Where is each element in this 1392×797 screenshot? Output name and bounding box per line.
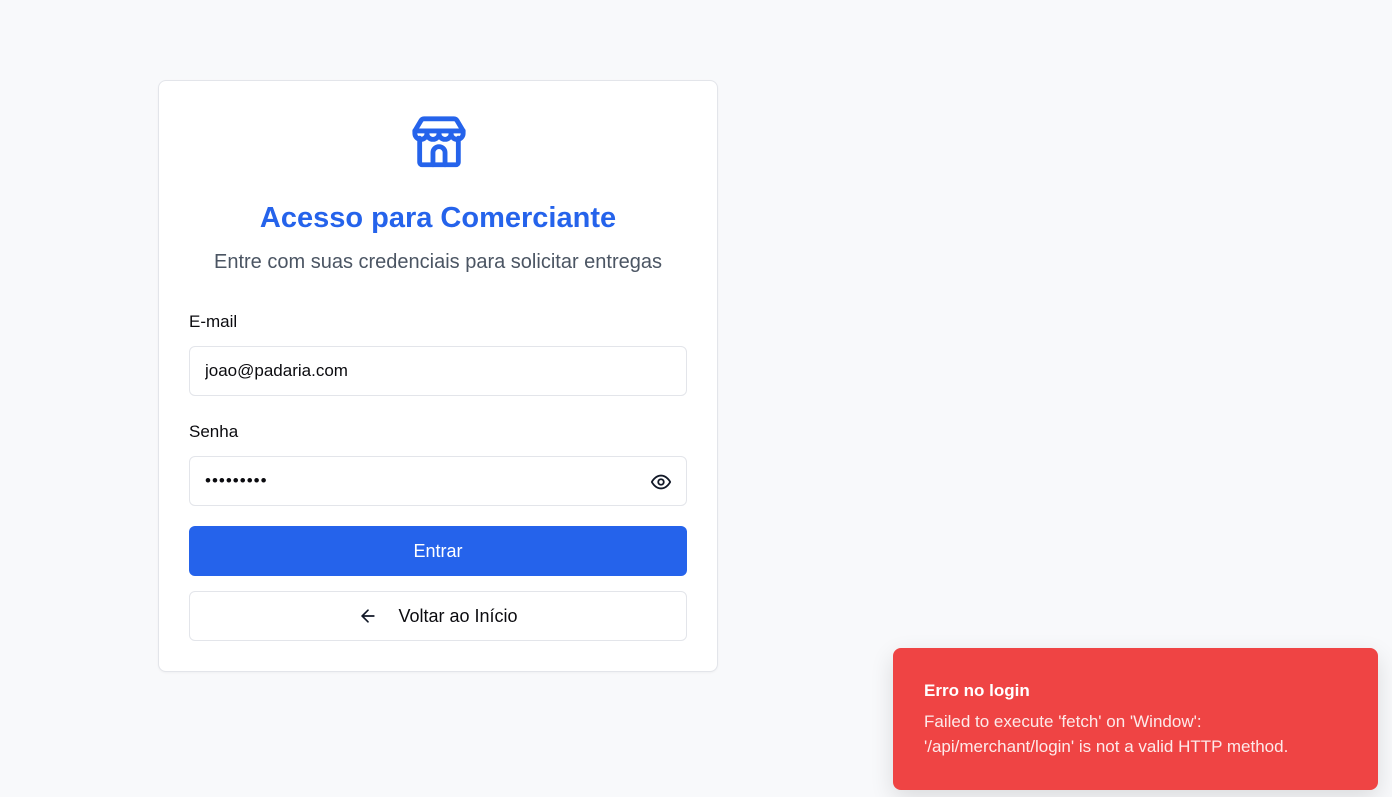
back-home-button[interactable]: Voltar ao Início: [189, 591, 687, 641]
page-title: Acesso para Comerciante: [259, 202, 617, 234]
toast-title: Erro no login: [924, 681, 1030, 700]
toast-message: Failed to execute 'fetch' on 'Window': '…: [924, 712, 1289, 756]
page-subtitle: Entre com suas credenciais para solicita…: [214, 251, 662, 273]
email-label: E-mail: [189, 312, 238, 331]
password-label: Senha: [189, 422, 239, 441]
arrow-left-icon: [361, 609, 376, 623]
login-card: Acesso para Comerciante Entre com suas c…: [158, 80, 718, 672]
login-button[interactable]: Entrar: [189, 526, 687, 576]
store-icon: [412, 116, 466, 168]
password-field[interactable]: [189, 456, 687, 506]
eye-icon[interactable]: [650, 471, 672, 493]
error-toast[interactable]: Erro no login Failed to execute 'fetch' …: [893, 648, 1378, 790]
email-field[interactable]: [189, 346, 687, 396]
back-home-label: Voltar ao Início: [398, 605, 518, 626]
